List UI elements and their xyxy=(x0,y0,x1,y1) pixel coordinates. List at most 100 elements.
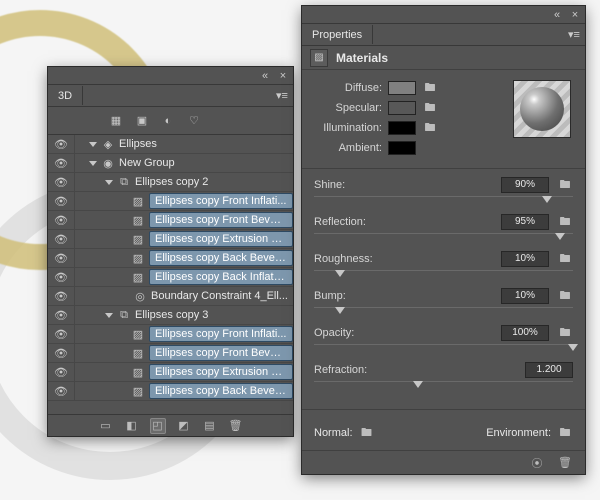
label-opacity: Opacity: xyxy=(314,327,404,339)
slider-shine: Shine: 90% 🖿 xyxy=(314,177,573,206)
mat-icon: ▨ xyxy=(131,384,145,398)
value-roughness[interactable]: 10% xyxy=(501,251,549,267)
folder-icon[interactable]: 🖿 xyxy=(557,215,573,229)
slider-track-bump[interactable] xyxy=(314,307,573,317)
camera-icon[interactable]: ◐ xyxy=(160,113,176,129)
tree-row[interactable]: 👁▨Ellipses copy Back Bevel ... xyxy=(48,382,293,401)
value-shine[interactable]: 90% xyxy=(501,177,549,193)
visibility-eye-icon[interactable]: 👁 xyxy=(52,328,70,341)
visibility-eye-icon[interactable]: 👁 xyxy=(52,138,70,151)
tree-row[interactable]: 👁▨Ellipses copy Front Inflati... xyxy=(48,192,293,211)
slider-thumb-bump[interactable] xyxy=(335,307,345,314)
disclosure-triangle-icon[interactable] xyxy=(105,180,113,185)
collapse-icon[interactable]: « xyxy=(551,10,563,20)
close-icon[interactable]: × xyxy=(569,10,581,20)
swatch-illumination[interactable] xyxy=(388,121,416,135)
slider-track-roughness[interactable] xyxy=(314,270,573,280)
visibility-eye-icon[interactable]: 👁 xyxy=(52,271,70,284)
visibility-eye-icon[interactable]: 👁 xyxy=(52,290,70,303)
render-icon[interactable]: ▣ xyxy=(134,113,150,129)
visibility-eye-icon[interactable]: 👁 xyxy=(52,366,70,379)
tree-row[interactable]: 👁▨Ellipses copy Back Bevel ... xyxy=(48,249,293,268)
folder-icon[interactable]: 🖿 xyxy=(557,252,573,266)
slider-track-opacity[interactable] xyxy=(314,344,573,354)
slider-thumb-reflection[interactable] xyxy=(555,233,565,240)
divider xyxy=(302,168,585,169)
folder-icon[interactable]: 🖿 xyxy=(422,101,438,115)
folder-icon[interactable]: 🖿 xyxy=(557,426,573,440)
tree-row[interactable]: 👁⧉Ellipses copy 3 xyxy=(48,306,293,325)
visibility-eye-icon[interactable]: 👁 xyxy=(52,252,70,265)
value-bump[interactable]: 10% xyxy=(501,288,549,304)
visibility-eye-icon[interactable]: 👁 xyxy=(52,385,70,398)
reset-icon[interactable]: ⦿ xyxy=(529,455,545,471)
slider-thumb-roughness[interactable] xyxy=(335,270,345,277)
swatch-ambient[interactable] xyxy=(388,141,416,155)
visibility-eye-icon[interactable]: 👁 xyxy=(52,233,70,246)
tree-row[interactable]: 👁▨Ellipses copy Front Bevel ... xyxy=(48,211,293,230)
slider-thumb-refraction[interactable] xyxy=(413,381,423,388)
folder-icon[interactable]: 🖿 xyxy=(422,81,438,95)
folder-icon[interactable]: 🖿 xyxy=(422,121,438,135)
slider-thumb-opacity[interactable] xyxy=(568,344,578,351)
tree-row[interactable]: 👁◈Ellipses xyxy=(48,135,293,154)
tab-properties[interactable]: Properties xyxy=(302,25,373,44)
mesh-icon: ⧉ xyxy=(117,175,131,189)
visibility-eye-icon[interactable]: 👁 xyxy=(52,157,70,170)
slider-track-reflection[interactable] xyxy=(314,233,573,243)
footer-icon-2[interactable]: ◧ xyxy=(124,418,140,434)
tab-3d[interactable]: 3D xyxy=(48,86,83,105)
visibility-eye-icon[interactable]: 👁 xyxy=(52,347,70,360)
grid-icon[interactable]: ▦ xyxy=(108,113,124,129)
folder-icon[interactable]: 🖿 xyxy=(557,289,573,303)
collapse-icon[interactable]: « xyxy=(259,71,271,81)
close-icon[interactable]: × xyxy=(277,71,289,81)
tree-row[interactable]: 👁▨Ellipses copy Extrusion M... xyxy=(48,363,293,382)
slider-thumb-shine[interactable] xyxy=(542,196,552,203)
tree-row[interactable]: 👁▨Ellipses copy Front Inflati... xyxy=(48,325,293,344)
material-preview[interactable] xyxy=(513,80,571,138)
disclosure-triangle-icon[interactable] xyxy=(89,142,97,147)
trash-icon[interactable]: 🗑 xyxy=(557,455,573,471)
slider-track-shine[interactable] xyxy=(314,196,573,206)
con-icon: ◎ xyxy=(133,289,147,303)
panel-menu-icon[interactable]: ▾≡ xyxy=(273,87,291,103)
swatch-specular[interactable] xyxy=(388,101,416,115)
disclosure-triangle-icon[interactable] xyxy=(89,161,97,166)
trash-icon[interactable]: 🗑 xyxy=(228,418,244,434)
tree-row[interactable]: 👁⧉Ellipses copy 2 xyxy=(48,173,293,192)
tree-item-label: Ellipses copy Front Bevel ... xyxy=(149,345,293,361)
tree-item-label: Ellipses copy Back Bevel ... xyxy=(149,250,293,266)
tree-row[interactable]: 👁▨Ellipses copy Back Inflatio... xyxy=(48,268,293,287)
footer-new-icon[interactable]: ▤ xyxy=(202,418,218,434)
disclosure-triangle-icon[interactable] xyxy=(105,313,113,318)
visibility-eye-icon[interactable]: 👁 xyxy=(52,309,70,322)
visibility-eye-icon[interactable]: 👁 xyxy=(52,176,70,189)
visibility-eye-icon[interactable]: 👁 xyxy=(52,195,70,208)
footer-icon-3[interactable]: ◰ xyxy=(150,418,166,434)
label-reflection: Reflection: xyxy=(314,216,404,228)
value-refraction[interactable]: 1.200 xyxy=(525,362,573,378)
tree-row[interactable]: 👁 ▨ Ellipses copy Front Bevel ... xyxy=(48,344,293,363)
visibility-eye-icon[interactable]: 👁 xyxy=(52,214,70,227)
mat-icon: ▨ xyxy=(131,346,145,360)
properties-section-title: Materials xyxy=(336,51,388,65)
folder-icon[interactable]: 🖿 xyxy=(359,426,375,440)
tree-row[interactable]: 👁◎Boundary Constraint 4_Ell... xyxy=(48,287,293,306)
material-maps-row: Normal: 🖿 Environment: 🖿 xyxy=(302,416,585,440)
footer-icon-4[interactable]: ◩ xyxy=(176,418,192,434)
folder-icon[interactable]: 🖿 xyxy=(557,326,573,340)
panel-menu-icon[interactable]: ▾≡ xyxy=(565,26,583,42)
tree-row[interactable]: 👁▨Ellipses copy Extrusion M... xyxy=(48,230,293,249)
properties-subheader: ▨ Materials xyxy=(302,46,585,70)
value-opacity[interactable]: 100% xyxy=(501,325,549,341)
light-icon[interactable]: ♡ xyxy=(186,113,202,129)
value-reflection[interactable]: 95% xyxy=(501,214,549,230)
footer-icon-1[interactable]: ▭ xyxy=(98,418,114,434)
label-shine: Shine: xyxy=(314,179,404,191)
tree-item-label: New Group xyxy=(119,157,175,169)
slider-track-refraction[interactable] xyxy=(314,381,573,391)
tree-row[interactable]: 👁◉New Group xyxy=(48,154,293,173)
swatch-diffuse[interactable] xyxy=(388,81,416,95)
folder-icon[interactable]: 🖿 xyxy=(557,178,573,192)
